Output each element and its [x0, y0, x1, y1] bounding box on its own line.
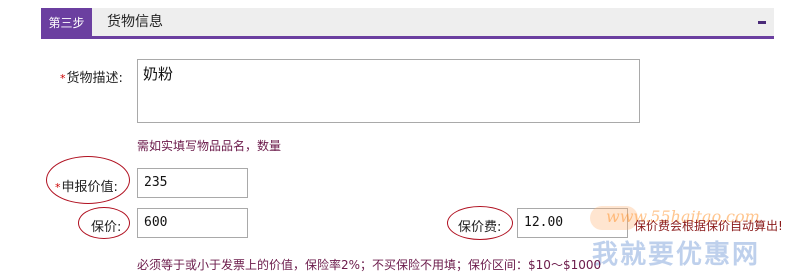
insurance-rule-note: 必须等于或小于发票上的价值，保险率2%；不买保险不用填；保价区间：$10～$10…: [137, 258, 602, 272]
insured-value-label: 保价:: [91, 220, 122, 235]
section-title: 货物信息: [107, 14, 163, 30]
step-header: 第三步 货物信息: [41, 8, 774, 39]
description-textarea[interactable]: 奶粉: [137, 59, 640, 123]
required-mark: *: [60, 72, 66, 85]
insured-value-input[interactable]: 600: [137, 208, 248, 238]
declared-value-label: *申报价值:: [55, 180, 118, 195]
insurance-fee-label: 保价费:: [458, 220, 502, 235]
declared-value-input[interactable]: 235: [137, 168, 248, 198]
minus-icon: [758, 20, 766, 24]
insurance-fee-note: 保价费会根据保价自动算出!: [634, 219, 783, 233]
step-badge: 第三步: [41, 8, 92, 36]
description-label: *货物描述:: [60, 71, 123, 86]
collapse-button[interactable]: [754, 8, 770, 36]
watermark-slogan: 我就要优惠网: [592, 240, 761, 270]
description-hint: 需如实填写物品品名，数量: [137, 139, 282, 153]
required-mark: *: [55, 181, 61, 194]
